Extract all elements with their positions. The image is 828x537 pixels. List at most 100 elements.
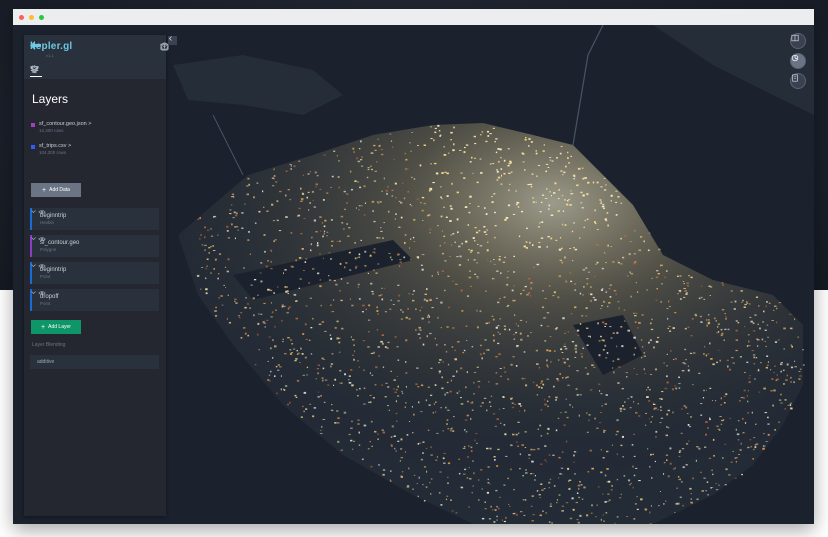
layer-blending-select[interactable]: additive (30, 355, 159, 369)
city-light (686, 413, 689, 414)
city-light (505, 217, 509, 219)
city-light (375, 272, 378, 274)
city-light (774, 305, 777, 307)
city-light (230, 204, 233, 206)
city-light (382, 469, 386, 471)
city-light (664, 276, 666, 278)
city-light (492, 318, 495, 321)
city-light (338, 186, 340, 189)
city-light (567, 384, 570, 386)
legend-button[interactable] (790, 73, 806, 89)
layer-card[interactable]: sf_contour.geo Polygon (30, 235, 159, 257)
eye-icon[interactable] (38, 208, 46, 216)
city-light (728, 368, 732, 371)
city-light (512, 513, 515, 515)
city-light (625, 372, 628, 374)
city-light (776, 321, 778, 324)
city-light (210, 228, 212, 230)
city-light (690, 498, 692, 500)
layer-card[interactable]: dropoff Point (30, 289, 159, 311)
city-light (498, 160, 500, 163)
city-light (312, 415, 315, 418)
close-window-dot[interactable] (19, 14, 24, 20)
city-light (292, 348, 296, 350)
city-light (462, 447, 466, 449)
city-light (548, 481, 551, 484)
city-light (449, 430, 452, 432)
city-light (616, 453, 618, 455)
city-light (319, 216, 322, 218)
city-light (504, 371, 507, 373)
city-light (383, 287, 386, 289)
city-light (641, 314, 644, 316)
city-light (562, 210, 565, 212)
city-light (400, 318, 403, 320)
tab-filters[interactable] (30, 65, 64, 77)
map-canvas[interactable]: kepler.gl v1.1 Layers sf_contour.geo.jso… (13, 25, 814, 524)
city-light (487, 482, 490, 484)
add-data-button[interactable]: + Add Data (31, 183, 81, 197)
layer-card[interactable]: beginntrip Point (30, 262, 159, 284)
city-light (656, 288, 658, 290)
tab-interactions[interactable] (32, 65, 86, 77)
city-light (558, 248, 562, 251)
city-light (473, 135, 476, 138)
city-light (572, 174, 576, 177)
city-light (716, 332, 718, 334)
city-light (443, 146, 445, 148)
city-light (748, 381, 751, 383)
layer-card[interactable]: beginntrip Hexbin (30, 208, 159, 230)
city-light (301, 353, 304, 355)
city-light (300, 187, 302, 190)
city-light (337, 176, 340, 178)
city-light (589, 449, 592, 452)
add-layer-button[interactable]: + Add Layer (31, 320, 81, 334)
chevron-down-icon[interactable] (30, 262, 37, 269)
city-light (453, 126, 455, 129)
city-light (521, 152, 524, 154)
city-light (746, 303, 749, 304)
chevron-down-icon[interactable] (30, 235, 37, 242)
city-light (684, 327, 687, 330)
city-light (450, 207, 453, 210)
city-light (504, 328, 507, 331)
city-light (378, 464, 380, 466)
city-light (366, 176, 369, 179)
city-light (715, 483, 718, 484)
3d-view-button[interactable] (790, 53, 806, 69)
city-light (327, 384, 330, 386)
city-light (395, 213, 397, 215)
city-light (263, 322, 266, 324)
city-light (402, 182, 404, 184)
eye-icon[interactable] (38, 289, 46, 297)
city-light (457, 231, 459, 234)
maximize-window-dot[interactable] (39, 14, 44, 20)
city-light (571, 313, 573, 315)
city-light (463, 349, 466, 352)
city-light (284, 353, 287, 355)
city-light (802, 349, 804, 351)
chevron-down-icon[interactable] (30, 289, 37, 296)
city-light (549, 191, 551, 193)
city-light (766, 355, 769, 357)
city-light (548, 454, 551, 456)
minimize-window-dot[interactable] (29, 14, 34, 20)
city-light (685, 359, 687, 361)
chevron-down-icon[interactable] (30, 208, 37, 215)
city-light (576, 329, 580, 332)
city-light (421, 306, 423, 309)
city-light (415, 329, 417, 331)
eye-icon[interactable] (38, 235, 46, 243)
split-map-button[interactable] (790, 33, 806, 49)
dataset-item[interactable]: sf_trips.csv > 104,300 rows (31, 143, 71, 156)
tab-map-style[interactable] (31, 65, 108, 77)
collapse-panel-button[interactable] (168, 36, 177, 45)
city-light (762, 321, 765, 323)
city-light (604, 501, 607, 503)
eye-icon[interactable] (38, 262, 46, 270)
city-light (400, 438, 403, 441)
dataset-item[interactable]: sf_contour.geo.json > 12,300 rows (31, 121, 91, 134)
city-light (458, 390, 461, 392)
city-light (456, 370, 458, 373)
city-light (495, 326, 498, 329)
